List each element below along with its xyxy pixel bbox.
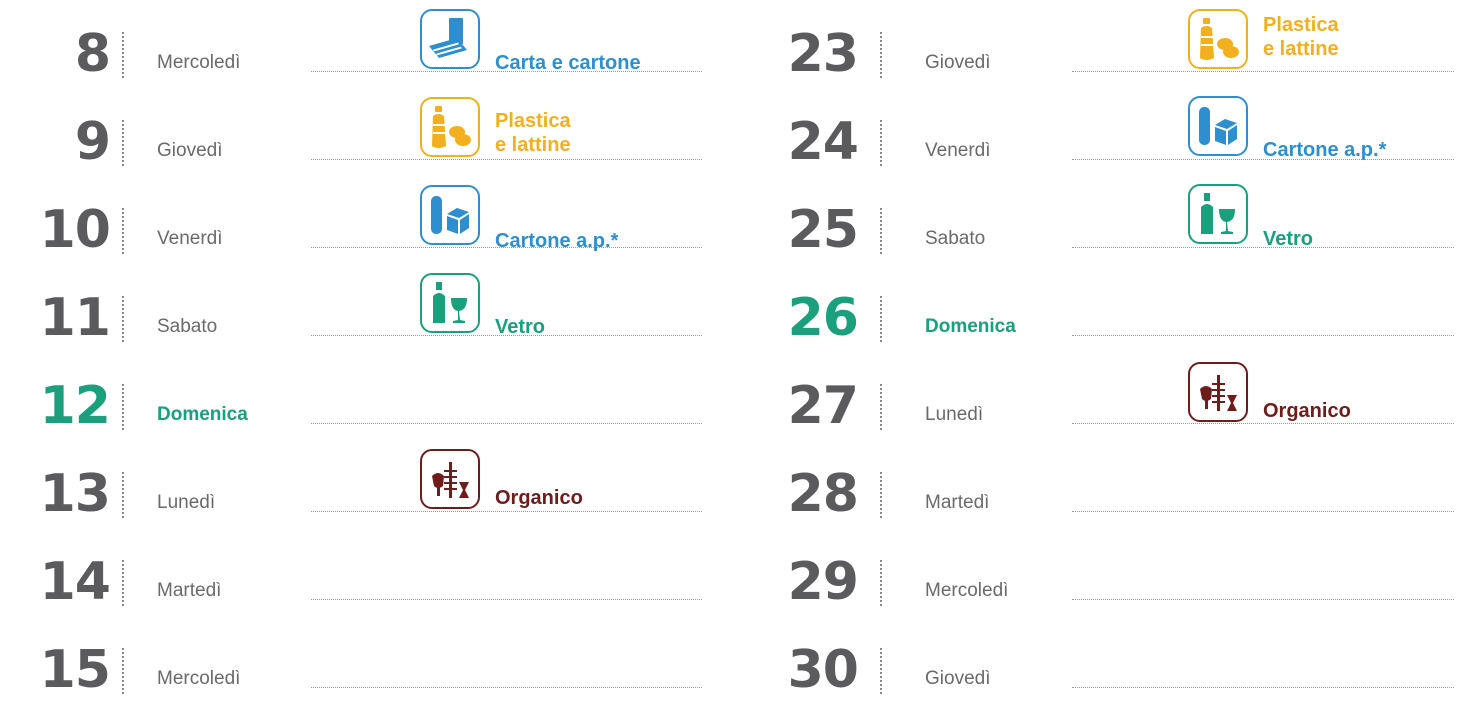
beverage-carton-icon (1188, 96, 1248, 156)
note-line (1072, 599, 1454, 600)
collection-label: Cartone a.p.* (1263, 139, 1387, 161)
organic-icon (420, 449, 480, 509)
day-number: 11 (39, 288, 111, 348)
glass-icon (1188, 184, 1248, 244)
paper-carton-icon (420, 9, 480, 69)
day-number: 27 (787, 376, 859, 436)
collection-label: Carta e cartone (495, 52, 641, 74)
day-number: 13 (39, 464, 111, 524)
day-number: 29 (787, 552, 859, 612)
separator (880, 648, 882, 694)
day-number: 9 (74, 112, 111, 172)
day-row: 23 Giovedì (730, 0, 1462, 88)
day-number: 12 (39, 376, 111, 436)
day-name: Giovedì (925, 668, 991, 689)
note-line (1072, 511, 1454, 512)
separator (122, 120, 124, 166)
day-row: 25 Sabato (730, 176, 1462, 264)
day-row: 24 Venerdì (730, 88, 1462, 176)
day-number: 14 (39, 552, 111, 612)
day-number: 26 (787, 288, 859, 348)
collection-label-line2: e lattine (495, 134, 571, 156)
separator (122, 32, 124, 78)
separator (880, 384, 882, 430)
glass-icon (420, 273, 480, 333)
separator (880, 472, 882, 518)
note-line (1072, 335, 1454, 336)
day-name: Venerdì (925, 140, 991, 161)
day-row: 15 Mercoledì (0, 616, 730, 704)
day-number: 28 (787, 464, 859, 524)
day-number: 10 (39, 200, 111, 260)
note-line (311, 423, 702, 424)
collection-label: Plastica (495, 110, 571, 132)
day-row: 9 Giovedì (0, 88, 730, 176)
day-name: Mercoledì (157, 52, 241, 73)
day-row: 8 Mercoledì (0, 0, 730, 88)
note-line (1072, 687, 1454, 688)
day-name: Martedì (925, 492, 990, 513)
day-name: Martedì (157, 580, 222, 601)
day-number: 23 (787, 24, 859, 84)
note-line (1072, 423, 1454, 424)
calendar-column-left: 8 Mercoledì 9 Giovedì 10 Venerdì 11 Saba… (0, 0, 730, 703)
separator (880, 296, 882, 342)
separator (122, 296, 124, 342)
organic-icon (1188, 362, 1248, 422)
plastic-cans-icon (420, 97, 480, 157)
day-number: 8 (74, 24, 111, 84)
day-row-sunday: 26 Domenica (730, 264, 1462, 352)
note-line (311, 159, 702, 160)
day-number: 15 (39, 640, 111, 700)
day-row: 28 Martedì (730, 440, 1462, 528)
separator (122, 648, 124, 694)
plastic-cans-icon (1188, 9, 1248, 69)
day-row: 27 Lunedì (730, 352, 1462, 440)
separator (122, 560, 124, 606)
day-name: Mercoledì (925, 580, 1009, 601)
collection-label: Vetro (1263, 228, 1314, 250)
collection-label: Vetro (495, 316, 546, 338)
day-name: Lunedì (925, 404, 984, 425)
day-name: Domenica (157, 404, 248, 425)
day-number: 30 (787, 640, 859, 700)
day-name: Giovedì (157, 140, 223, 161)
calendar-column-right: 23 Giovedì 24 Venerdì 25 Sabato 26 Domen… (730, 0, 1462, 703)
beverage-carton-icon (420, 185, 480, 245)
note-line (311, 599, 702, 600)
day-name: Sabato (925, 228, 986, 249)
day-name: Giovedì (925, 52, 991, 73)
day-name: Venerdì (157, 228, 223, 249)
separator (880, 560, 882, 606)
day-number: 24 (787, 112, 859, 172)
day-row: 29 Mercoledì (730, 528, 1462, 616)
collection-label: Plastica (1263, 14, 1339, 36)
day-row: 30 Giovedì (730, 616, 1462, 704)
day-name: Lunedì (157, 492, 216, 513)
day-number: 25 (787, 200, 859, 260)
collection-label: Organico (495, 487, 583, 509)
separator (880, 120, 882, 166)
collection-label: Organico (1263, 400, 1351, 422)
day-name: Domenica (925, 316, 1016, 337)
day-name: Mercoledì (157, 668, 241, 689)
day-row-sunday: 12 Domenica (0, 352, 730, 440)
day-name: Sabato (157, 316, 218, 337)
note-line (311, 687, 702, 688)
note-line (1072, 71, 1454, 72)
collection-label: Cartone a.p.* (495, 230, 619, 252)
separator (122, 384, 124, 430)
day-row: 10 Venerdì (0, 176, 730, 264)
separator (880, 208, 882, 254)
day-row: 11 Sabato (0, 264, 730, 352)
separator (880, 32, 882, 78)
day-row: 14 Martedì (0, 528, 730, 616)
separator (122, 472, 124, 518)
note-line (311, 511, 702, 512)
day-row: 13 Lunedì (0, 440, 730, 528)
collection-label-line2: e lattine (1263, 38, 1339, 60)
separator (122, 208, 124, 254)
